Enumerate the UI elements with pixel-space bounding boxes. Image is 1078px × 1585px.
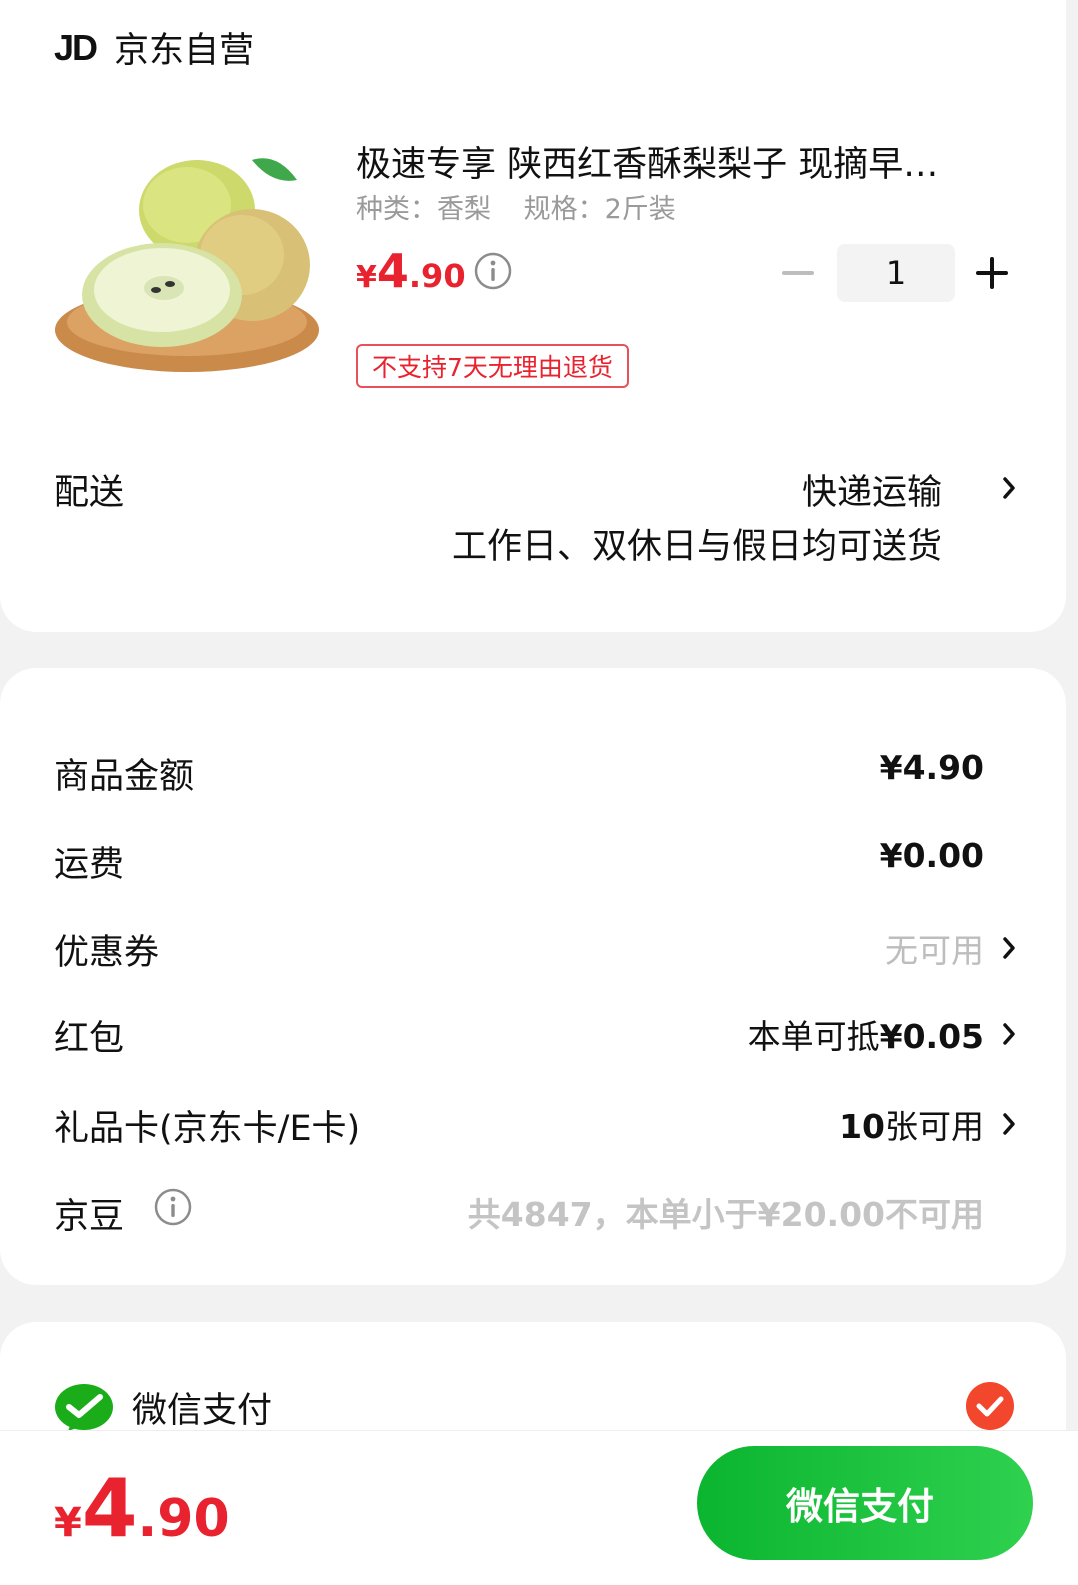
wechat-pay-icon — [55, 1383, 113, 1431]
red-packet-label: 红包 — [54, 1019, 125, 1059]
gift-card-value: 10张可用 — [839, 1100, 984, 1148]
decrease-quantity-button[interactable] — [778, 244, 818, 302]
shipping-fee-label: 运费 — [54, 845, 125, 885]
delivery-chevron-right-icon[interactable] — [1000, 474, 1018, 502]
check-circle-icon[interactable] — [966, 1382, 1014, 1430]
shipping-fee-value: ¥0.00 — [879, 836, 984, 875]
gift-card-suffix: 张可用 — [885, 1107, 984, 1146]
goods-amount-label: 商品金额 — [54, 757, 195, 797]
red-packet-chevron-right-icon[interactable] — [1000, 1020, 1018, 1048]
spec-type: 种类：香梨 — [356, 194, 491, 225]
price-currency: ¥ — [356, 260, 377, 295]
spec-size: 规格：2斤装 — [523, 194, 676, 225]
gift-card-count: 10 — [839, 1107, 885, 1146]
total-currency: ¥ — [54, 1500, 82, 1546]
total-integer: 4 — [81, 1462, 138, 1555]
shop-header: JD 京东自营 — [54, 22, 254, 73]
coupon-value: 无可用 — [885, 931, 984, 970]
quantity-input[interactable]: 1 — [837, 244, 955, 302]
delivery-method[interactable]: 快递运输 — [802, 464, 942, 515]
goods-amount-row: 商品金额 ¥4.90 — [0, 742, 1066, 802]
total-decimal: .90 — [137, 1489, 230, 1549]
coupon-chevron-right-icon[interactable] — [1000, 934, 1018, 962]
red-packet-row[interactable]: 红包 本单可抵¥0.05 — [0, 1004, 1066, 1064]
red-packet-amount: ¥0.05 — [879, 1017, 984, 1056]
quantity-stepper: 1 — [778, 244, 1014, 302]
shipping-fee-row: 运费 ¥0.00 — [0, 830, 1066, 890]
product-spec: 种类：香梨 规格：2斤装 — [356, 187, 700, 226]
delivery-label: 配送 — [54, 473, 125, 513]
order-summary-card: JD 京东自营 极速专享 陕西红香酥梨梨子 现摘早… 种类：香梨 规格：2斤装 … — [0, 0, 1066, 632]
red-packet-prefix: 本单可抵 — [747, 1017, 880, 1056]
jingdou-label: 京豆 — [54, 1197, 125, 1237]
increase-quantity-button[interactable] — [974, 244, 1014, 302]
delivery-note: 工作日、双休日与假日均可送货 — [451, 527, 942, 567]
wechat-pay-label: 微信支付 — [132, 1391, 273, 1431]
gift-card-label: 礼品卡(京东卡/E卡) — [54, 1109, 361, 1149]
wechat-pay-button[interactable]: 微信支付 — [697, 1446, 1033, 1560]
red-packet-value: 本单可抵¥0.05 — [748, 1010, 984, 1058]
gift-card-row[interactable]: 礼品卡(京东卡/E卡) 10张可用 — [0, 1094, 1066, 1154]
jingdou-info-icon[interactable] — [154, 1188, 192, 1226]
total-amount: ¥ 4 .90 — [54, 1462, 230, 1555]
wechat-pay-option[interactable]: 微信支付 — [54, 1382, 272, 1433]
price-decimal: .90 — [408, 257, 466, 295]
product-image[interactable] — [52, 150, 322, 375]
coupon-row[interactable]: 优惠券 无可用 — [0, 918, 1066, 978]
gift-card-chevron-right-icon[interactable] — [1000, 1110, 1018, 1138]
jd-logo: JD — [54, 26, 98, 68]
coupon-label: 优惠券 — [54, 933, 160, 973]
jingdou-value: 共4847，本单小于¥20.00不可用 — [467, 1195, 984, 1234]
price-info-icon[interactable] — [474, 252, 512, 290]
price-integer: 4 — [376, 244, 409, 298]
product-price: ¥ 4 .90 — [356, 244, 466, 298]
goods-amount-value: ¥4.90 — [879, 748, 984, 787]
product-title[interactable]: 极速专享 陕西红香酥梨梨子 现摘早… — [356, 136, 1006, 187]
no-return-badge: 不支持7天无理由退货 — [356, 344, 629, 388]
shop-name: 京东自营 — [114, 31, 255, 71]
